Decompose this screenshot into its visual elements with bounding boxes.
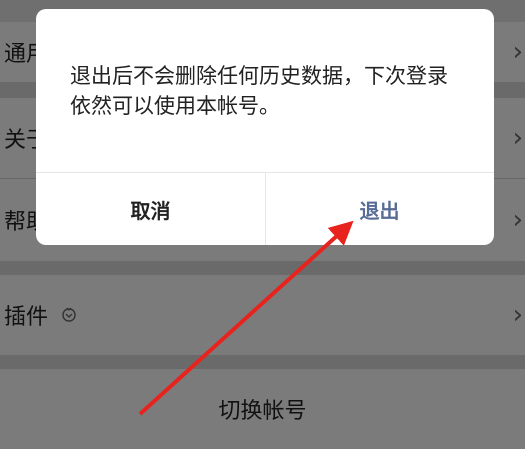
dialog-message: 退出后不会删除任何历史数据，下次登录依然可以使用本帐号。 [70, 64, 448, 118]
switch-account-label: 切换帐号 [218, 399, 307, 424]
chevron-right-icon: › [512, 37, 523, 67]
plugin-icon [62, 307, 76, 322]
switch-account-button[interactable]: 切换帐号 [0, 369, 525, 449]
chevron-right-icon: › [512, 300, 523, 330]
cancel-button[interactable]: 取消 [36, 173, 266, 245]
settings-item-label: 插件 [4, 305, 49, 330]
dialog-button-bar: 取消 退出 [36, 172, 494, 245]
logout-button[interactable]: 退出 [265, 173, 494, 245]
section-gap [0, 261, 525, 275]
settings-item-plugins[interactable]: 插件 › [0, 275, 525, 355]
chevron-right-icon: › [512, 123, 523, 153]
chevron-right-icon: › [512, 205, 523, 235]
section-gap [0, 355, 525, 369]
logout-confirm-dialog: 退出后不会删除任何历史数据，下次登录依然可以使用本帐号。 取消 退出 [36, 9, 494, 245]
